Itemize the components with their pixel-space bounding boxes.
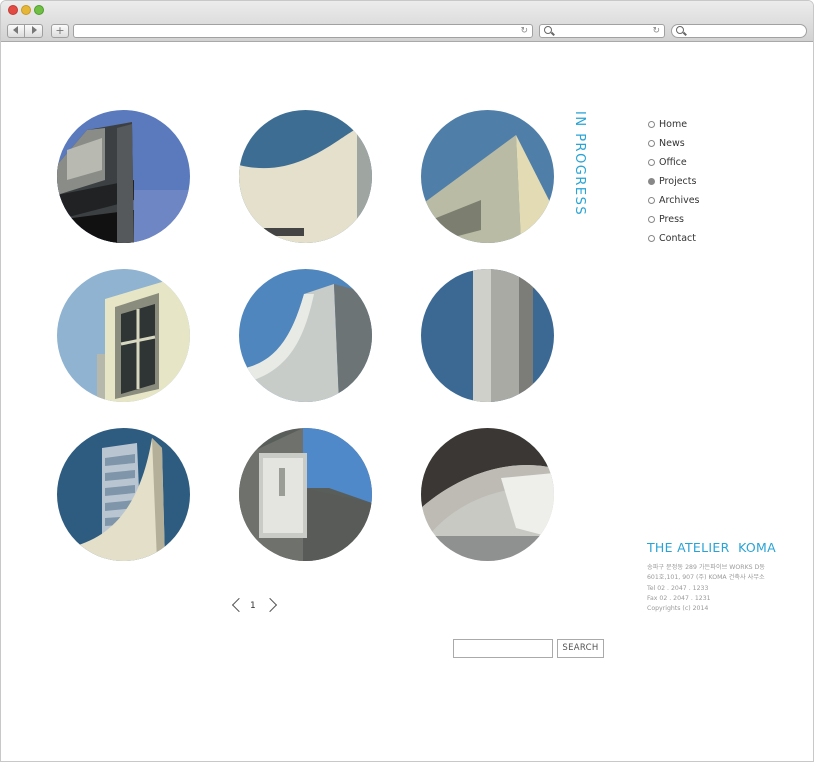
chevron-left-icon[interactable] xyxy=(231,597,247,613)
main-navigation: Home News Office Projects Archives Press… xyxy=(648,119,700,252)
browser-window: + ↻ ↻ IN PROGRESS Home News Office Proje… xyxy=(0,0,814,762)
nav-item-home[interactable]: Home xyxy=(648,119,700,138)
project-thumbnail[interactable] xyxy=(239,110,372,243)
project-thumbnail[interactable] xyxy=(57,110,190,243)
building-photo-9 xyxy=(421,428,554,561)
project-thumbnail[interactable] xyxy=(421,110,554,243)
nav-item-label: Archives xyxy=(659,195,700,206)
reload-icon[interactable]: ↻ xyxy=(520,25,528,37)
circle-bullet-icon xyxy=(648,121,655,128)
building-photo-6 xyxy=(421,269,554,402)
find-bar[interactable]: ↻ xyxy=(539,24,665,38)
address-line-2: 601호,101, 907 (주) KOMA 건축사 사무소 xyxy=(647,574,765,582)
search-icon xyxy=(544,26,552,34)
nav-item-projects[interactable]: Projects xyxy=(648,176,700,195)
close-window-button[interactable] xyxy=(8,5,18,15)
forward-button[interactable] xyxy=(25,24,43,38)
nav-item-label: Office xyxy=(659,157,687,168)
project-thumbnail[interactable] xyxy=(57,269,190,402)
nav-item-label: Press xyxy=(659,214,685,225)
nav-item-label: Contact xyxy=(659,233,696,244)
chevron-right-icon[interactable] xyxy=(262,597,278,613)
circle-bullet-icon xyxy=(648,197,655,204)
nav-item-news[interactable]: News xyxy=(648,138,700,157)
nav-item-label: Home xyxy=(659,119,688,130)
search-input[interactable] xyxy=(453,639,553,658)
building-photo-5 xyxy=(239,269,372,402)
browser-toolbar: + ↻ ↻ xyxy=(1,1,813,42)
filled-circle-bullet-icon xyxy=(648,178,655,185)
circle-bullet-icon xyxy=(648,216,655,223)
nav-item-press[interactable]: Press xyxy=(648,214,700,233)
nav-item-label: Projects xyxy=(659,176,697,187)
project-thumbnail[interactable] xyxy=(239,428,372,561)
minimize-window-button[interactable] xyxy=(21,5,31,15)
building-photo-8 xyxy=(239,428,372,561)
contact-info: 송파구 문정동 289 가든파이브 WORKS D동 601호,101, 907… xyxy=(647,563,765,614)
triangle-right-icon xyxy=(31,26,37,34)
nav-item-archives[interactable]: Archives xyxy=(648,195,700,214)
project-thumbnail[interactable] xyxy=(239,269,372,402)
project-thumbnail[interactable] xyxy=(421,428,554,561)
search-icon xyxy=(676,26,684,34)
new-tab-button[interactable]: + xyxy=(51,24,69,38)
building-photo-2 xyxy=(239,110,372,243)
project-thumbnail[interactable] xyxy=(57,428,190,561)
browser-search-bar[interactable] xyxy=(671,24,807,38)
circle-bullet-icon xyxy=(648,235,655,242)
project-thumbnail[interactable] xyxy=(421,269,554,402)
copyright: Copyrights (c) 2014 xyxy=(647,605,709,613)
circle-bullet-icon xyxy=(648,159,655,166)
building-photo-4 xyxy=(57,269,190,402)
current-page-number[interactable]: 1 xyxy=(250,601,256,611)
search-button[interactable]: SEARCH xyxy=(557,639,604,658)
nav-item-label: News xyxy=(659,138,685,149)
nav-item-office[interactable]: Office xyxy=(648,157,700,176)
nav-item-contact[interactable]: Contact xyxy=(648,233,700,252)
section-title: IN PROGRESS xyxy=(572,111,587,217)
building-photo-7 xyxy=(57,428,190,561)
telephone: Tel 02 . 2047 . 1233 xyxy=(647,584,709,592)
reload-icon[interactable]: ↻ xyxy=(652,25,660,37)
triangle-left-icon xyxy=(13,26,18,34)
circle-bullet-icon xyxy=(648,140,655,147)
pagination: 1 xyxy=(228,597,278,616)
back-button[interactable] xyxy=(7,24,25,38)
zoom-window-button[interactable] xyxy=(34,5,44,15)
building-photo-1 xyxy=(57,110,190,243)
fax: Fax 02 . 2047 . 1231 xyxy=(647,594,711,602)
address-line-1: 송파구 문정동 289 가든파이브 WORKS D동 xyxy=(647,564,765,571)
address-bar[interactable]: ↻ xyxy=(73,24,533,38)
building-photo-3 xyxy=(421,110,554,243)
brand-name: THE ATELIER KOMA xyxy=(647,540,776,555)
